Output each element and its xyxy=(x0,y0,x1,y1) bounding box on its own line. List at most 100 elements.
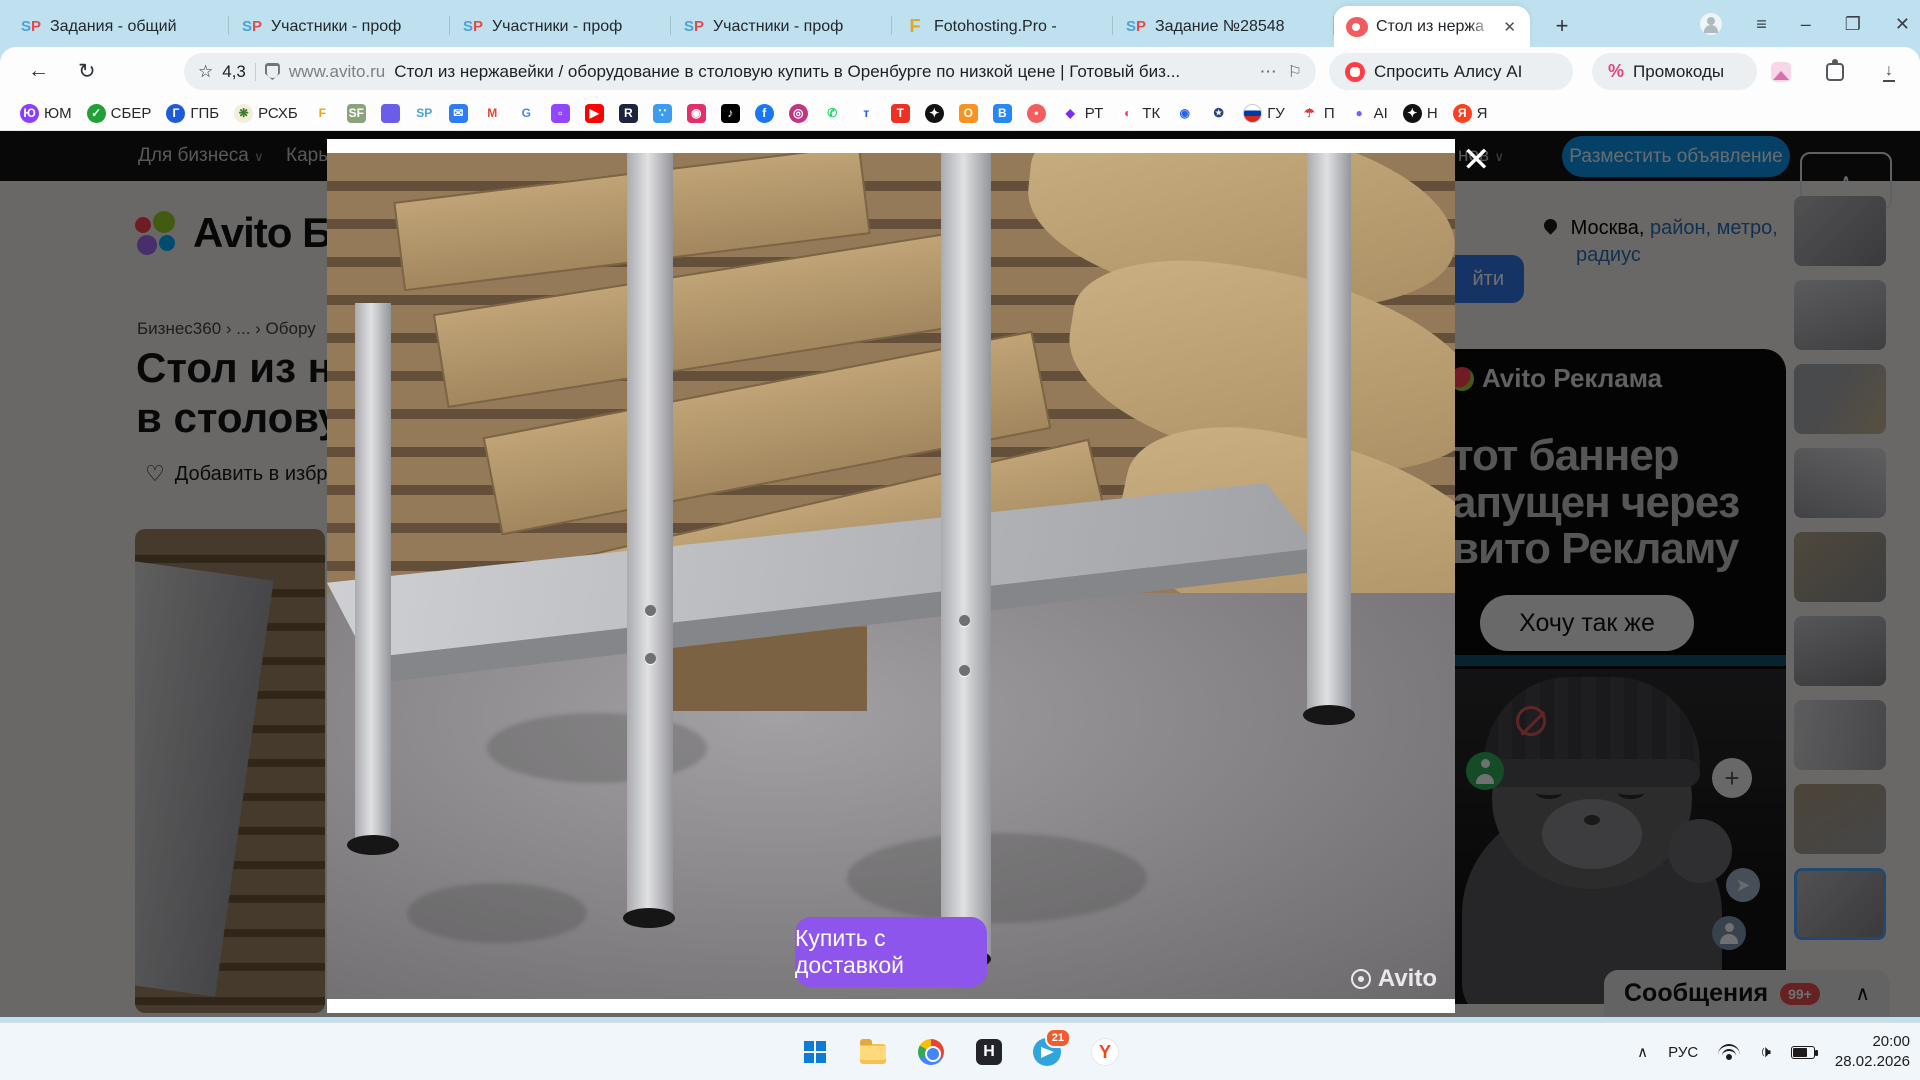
browser-menu-icon[interactable]: ≡ xyxy=(1756,15,1767,33)
tab-label: Задание №28548 xyxy=(1155,18,1322,36)
t-letter-icon[interactable]: т xyxy=(857,104,876,123)
tab[interactable]: FFotohosting.Pro - xyxy=(892,6,1113,47)
h-app-button[interactable]: H xyxy=(969,1032,1009,1072)
tab[interactable]: SPЗадания - общий xyxy=(8,6,229,47)
telegram-button[interactable]: 21 xyxy=(1027,1032,1067,1072)
rshb-icon[interactable]: ❋РСХБ xyxy=(234,104,298,123)
tab-close-icon[interactable]: ✕ xyxy=(1501,18,1518,36)
instagram-icon[interactable]: ◉ xyxy=(687,104,706,123)
yoomoney-icon[interactable]: ЮЮМ xyxy=(20,104,72,123)
address-bar[interactable]: ☆ 4,3 www.avito.ru Стол из нержавейки / … xyxy=(184,53,1316,90)
fotohosting-icon: F xyxy=(313,104,332,123)
back-button[interactable]: ← xyxy=(28,59,49,83)
gosuslugi-icon[interactable]: ГУ xyxy=(1243,104,1285,123)
vk-icon: В xyxy=(993,104,1012,123)
yandex-icon[interactable]: ЯЯ xyxy=(1453,104,1488,123)
clock[interactable]: 20:00 28.02.2026 xyxy=(1835,1032,1910,1073)
sp-icon[interactable]: SP xyxy=(415,104,434,123)
reload-button[interactable]: ↻ xyxy=(78,59,96,84)
mail-icon[interactable]: ✉ xyxy=(449,104,468,123)
avito-watermark-icon xyxy=(1351,969,1371,989)
volume-icon[interactable]: 🕩 xyxy=(1760,1042,1771,1062)
gmail-icon[interactable]: M xyxy=(483,104,502,123)
blue-dots-icon[interactable]: ∵ xyxy=(653,104,672,123)
sf-icon: SF xyxy=(347,104,366,123)
window-close-button[interactable]: ✕ xyxy=(1895,15,1910,33)
vk-icon[interactable]: В xyxy=(993,104,1012,123)
google-icon[interactable]: G xyxy=(517,104,536,123)
bookmark-label: AI xyxy=(1374,105,1388,122)
emblem-icon[interactable]: ✪ xyxy=(1209,104,1228,123)
bookmark-label: П xyxy=(1324,105,1335,122)
rt-icon[interactable]: ◆РТ xyxy=(1061,104,1104,123)
sber-icon: ✓ xyxy=(87,104,106,123)
sber-icon[interactable]: ✓СБЕР xyxy=(87,104,152,123)
tinkoff-icon[interactable]: Т xyxy=(891,104,910,123)
tray-expand-icon[interactable]: ∧ xyxy=(1637,1043,1648,1061)
ripple-icon[interactable]: ◉ xyxy=(1175,104,1194,123)
chrome-button[interactable] xyxy=(911,1032,951,1072)
alice-icon: ● xyxy=(1350,104,1369,123)
youtube-icon: ▶ xyxy=(585,104,604,123)
tab-active[interactable]: Стол из нержа✕ xyxy=(1334,6,1530,47)
lightbox-close-icon[interactable]: ✕ xyxy=(1462,143,1491,177)
camera-circle-icon[interactable]: ◎ xyxy=(789,104,808,123)
n-circle-icon[interactable]: ✦Н xyxy=(1403,104,1438,123)
browser-profile-avatar[interactable] xyxy=(1700,13,1722,35)
browser-toolbar: ← ↻ ☆ 4,3 www.avito.ru Стол из нержавейк… xyxy=(0,47,1920,96)
fotohosting-icon[interactable]: F xyxy=(313,104,332,123)
sp-icon: SP xyxy=(683,16,705,38)
red-dot-icon[interactable]: • xyxy=(1027,104,1046,123)
time: 20:00 xyxy=(1835,1032,1910,1052)
whatsapp-icon[interactable]: ✆ xyxy=(823,104,842,123)
downloads-icon[interactable]: ↓ xyxy=(1877,60,1901,84)
tk-icon: ◐ xyxy=(1118,104,1137,123)
sp-icon: SP xyxy=(462,16,484,38)
yandex-browser-button[interactable]: Y xyxy=(1085,1032,1125,1072)
rating-star-icon[interactable]: ☆ xyxy=(198,62,213,82)
more-icon[interactable]: ⋯ xyxy=(1260,62,1279,82)
screenshot-icon[interactable] xyxy=(1769,60,1793,84)
window-maximize-button[interactable]: ❐ xyxy=(1845,15,1861,33)
url-domain[interactable]: www.avito.ru xyxy=(289,62,385,82)
ok-icon[interactable]: О xyxy=(959,104,978,123)
twitch-icon[interactable]: ▫ xyxy=(551,104,570,123)
youtube-icon[interactable]: ▶ xyxy=(585,104,604,123)
wifi-icon[interactable] xyxy=(1718,1044,1740,1060)
alice-ai-button[interactable]: Спросить Алису AI xyxy=(1329,53,1573,90)
listing-photo-large[interactable] xyxy=(327,153,1455,999)
tiktok-icon[interactable]: ♪ xyxy=(721,104,740,123)
r-app-icon: R xyxy=(619,104,638,123)
extensions-puzzle-icon[interactable] xyxy=(1823,60,1847,84)
file-explorer-button[interactable] xyxy=(853,1032,893,1072)
bookmark-label: Я xyxy=(1477,105,1488,122)
start-button[interactable] xyxy=(795,1032,835,1072)
gosuslugi-icon xyxy=(1243,104,1262,123)
star-circle-icon[interactable]: ✦ xyxy=(925,104,944,123)
tab-label: Задания - общий xyxy=(50,18,217,36)
new-tab-button[interactable]: + xyxy=(1546,10,1578,42)
red-dot-icon: • xyxy=(1027,104,1046,123)
security-shield-icon[interactable] xyxy=(265,63,280,80)
facebook-icon[interactable]: f xyxy=(755,104,774,123)
alice-icon[interactable]: ● AI xyxy=(1350,104,1388,123)
window-minimize-button[interactable]: – xyxy=(1801,15,1811,33)
promo-codes-button[interactable]: % Промокоды xyxy=(1592,53,1757,90)
window-controls: ≡ – ❐ ✕ xyxy=(1700,0,1910,47)
battery-icon[interactable] xyxy=(1791,1046,1815,1059)
tab[interactable]: SPУчастники - проф xyxy=(671,6,892,47)
sf-icon[interactable]: SF xyxy=(347,104,366,123)
tab[interactable]: SPЗадание №28548 xyxy=(1113,6,1334,47)
tab[interactable]: SPУчастники - проф xyxy=(450,6,671,47)
r-app-icon[interactable]: R xyxy=(619,104,638,123)
gazprombank-icon[interactable]: ГГПБ xyxy=(166,104,219,123)
umbrella-icon[interactable]: ☂П xyxy=(1300,104,1335,123)
bookmarks-bar: ЮЮМ ✓СБЕР ГГПБ ❋РСХБ F SF SP ✉ MG ▫ ▶ R ∵ ◉ ♪ f ◎ ✆ тТ ✦ ОВ •… xyxy=(0,96,1920,131)
telegram-unread-badge: 21 xyxy=(1045,1028,1071,1048)
purple-app-icon[interactable] xyxy=(381,104,400,123)
bookmark-flag-icon[interactable]: ⚐ xyxy=(1288,62,1302,82)
tab[interactable]: SPУчастники - проф xyxy=(229,6,450,47)
language-indicator[interactable]: РУС xyxy=(1668,1044,1698,1061)
buy-with-delivery-button[interactable]: Купить с доставкой xyxy=(795,917,987,987)
tk-icon[interactable]: ◐ТК xyxy=(1118,104,1160,123)
